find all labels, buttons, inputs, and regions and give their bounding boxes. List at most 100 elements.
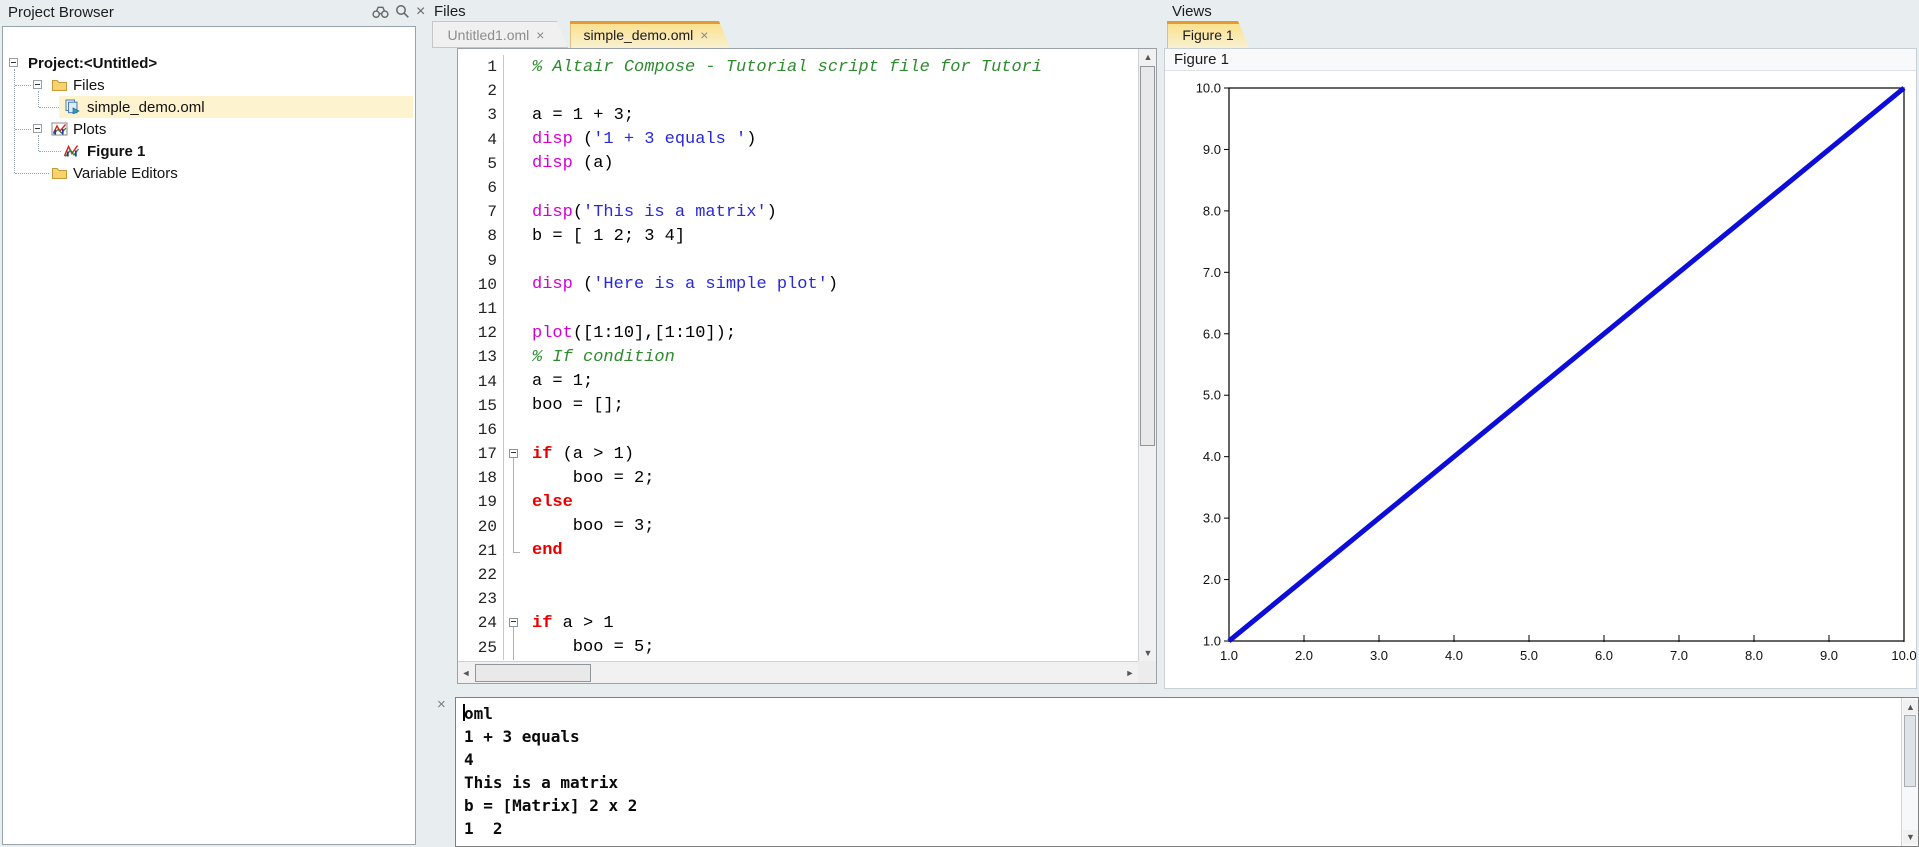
figure-caption-bar bbox=[1165, 49, 1916, 71]
code-line-5[interactable]: 5disp (a) bbox=[458, 152, 1138, 176]
tree-collapse-icon[interactable] bbox=[33, 124, 42, 133]
tab-untitled1[interactable]: Untitled1.oml × bbox=[432, 21, 568, 48]
fold-gutter bbox=[504, 539, 528, 563]
code-text: disp (a) bbox=[532, 154, 614, 173]
code-line-16[interactable]: 16 bbox=[458, 418, 1138, 442]
code-line-7[interactable]: 7disp('This is a matrix') bbox=[458, 200, 1138, 224]
scrollbar-thumb[interactable] bbox=[475, 664, 591, 682]
tab-close-icon[interactable]: × bbox=[536, 27, 544, 43]
oml-console[interactable]: oml1 + 3 equals4This is a matrixb = [Mat… bbox=[455, 697, 1919, 847]
code-line-14[interactable]: 14 a = 1; bbox=[458, 369, 1138, 393]
code-line-19[interactable]: 19else bbox=[458, 490, 1138, 514]
x-tick-label: 9.0 bbox=[1820, 648, 1838, 663]
tree-item-simple-demo-oml[interactable]: simple_demo.oml bbox=[3, 96, 414, 118]
tree-item-plots[interactable]: Plots bbox=[3, 118, 414, 140]
line-number: 17 bbox=[458, 442, 504, 466]
code-line-20[interactable]: 20 boo = 3; bbox=[458, 515, 1138, 539]
code-line-18[interactable]: 18 boo = 2; bbox=[458, 466, 1138, 490]
code-text: boo = 5; bbox=[532, 638, 654, 657]
tree-collapse-icon[interactable] bbox=[9, 58, 18, 67]
figure-caption: Figure 1 bbox=[1174, 51, 1229, 68]
figure-window[interactable]: Figure 1 1.02.03.04.05.06.07.08.09.010.0… bbox=[1164, 48, 1917, 689]
code-line-6[interactable]: 6 bbox=[458, 176, 1138, 200]
application-window: Project Browser × Project:<Untitled> File… bbox=[0, 0, 1919, 847]
fold-gutter bbox=[504, 224, 528, 248]
tree-item-figure-1[interactable]: Figure 1 bbox=[3, 140, 414, 162]
console-line: This is a matrix bbox=[464, 771, 1898, 794]
line-number: 24 bbox=[458, 611, 504, 635]
scroll-right-icon[interactable]: ► bbox=[1122, 663, 1138, 683]
plot-data-line[interactable] bbox=[1229, 88, 1904, 641]
code-line-1[interactable]: 1% Altair Compose - Tutorial script file… bbox=[458, 55, 1138, 79]
project-tree[interactable]: Project:<Untitled> Filessimple_demo.omlPl… bbox=[2, 26, 416, 845]
y-tick-label: 9.0 bbox=[1203, 142, 1221, 157]
code-line-11[interactable]: 11 bbox=[458, 297, 1138, 321]
line-number: 21 bbox=[458, 539, 504, 563]
code-line-22[interactable]: 22 bbox=[458, 563, 1138, 587]
code-line-23[interactable]: 23 bbox=[458, 587, 1138, 611]
code-line-25[interactable]: 25 boo = 5; bbox=[458, 636, 1138, 660]
line-number: 3 bbox=[458, 103, 504, 127]
console-line: b = [Matrix] 2 x 2 bbox=[464, 794, 1898, 817]
scroll-left-icon[interactable]: ◄ bbox=[458, 663, 474, 683]
code-text: a = 1; bbox=[532, 372, 593, 391]
project-browser-title: Project Browser bbox=[8, 4, 114, 21]
line-number: 19 bbox=[458, 490, 504, 514]
line-number: 14 bbox=[458, 369, 504, 393]
scrollbar-thumb[interactable] bbox=[1140, 66, 1155, 446]
code-line-17[interactable]: 17 if (a > 1) bbox=[458, 442, 1138, 466]
x-tick-label: 2.0 bbox=[1295, 648, 1313, 663]
code-line-21[interactable]: 21end bbox=[458, 539, 1138, 563]
code-line-15[interactable]: 15boo = []; bbox=[458, 394, 1138, 418]
code-line-8[interactable]: 8b = [ 1 2; 3 4] bbox=[458, 224, 1138, 248]
scroll-up-icon[interactable]: ▲ bbox=[1903, 700, 1918, 714]
tree-item-variable-editors[interactable]: Variable Editors bbox=[3, 162, 414, 184]
fold-gutter bbox=[504, 176, 528, 200]
files-panel-title: Files bbox=[434, 3, 466, 20]
fold-gutter bbox=[504, 103, 528, 127]
editor-vertical-scrollbar[interactable]: ▲ ▼ bbox=[1138, 49, 1156, 661]
editor-horizontal-scrollbar[interactable]: ◄ ► bbox=[458, 661, 1138, 683]
code-line-2[interactable]: 2 bbox=[458, 79, 1138, 103]
scroll-down-icon[interactable]: ▼ bbox=[1140, 645, 1156, 661]
fold-gutter bbox=[504, 490, 528, 514]
code-line-3[interactable]: 3 a = 1 + 3; bbox=[458, 103, 1138, 127]
console-output[interactable]: oml1 + 3 equals4This is a matrixb = [Mat… bbox=[464, 702, 1898, 846]
search-icon[interactable] bbox=[395, 4, 410, 19]
fold-collapse-icon[interactable] bbox=[504, 611, 528, 635]
line-number: 4 bbox=[458, 128, 504, 152]
tab-figure-1[interactable]: Figure 1 bbox=[1167, 21, 1249, 48]
code-line-4[interactable]: 4disp ('1 + 3 equals ') bbox=[458, 128, 1138, 152]
fold-gutter bbox=[504, 515, 528, 539]
binoculars-icon[interactable] bbox=[372, 5, 389, 19]
scrollbar-thumb[interactable] bbox=[1904, 715, 1916, 787]
tree-item-label: Project:<Untitled> bbox=[28, 55, 157, 72]
fold-collapse-icon[interactable] bbox=[504, 442, 528, 466]
code-editor[interactable]: 1% Altair Compose - Tutorial script file… bbox=[457, 48, 1157, 684]
tab-close-icon[interactable]: × bbox=[700, 27, 708, 43]
figure-icon bbox=[63, 143, 80, 163]
scroll-down-icon[interactable]: ▼ bbox=[1903, 830, 1918, 844]
line-number: 2 bbox=[458, 79, 504, 103]
code-text: a = 1 + 3; bbox=[532, 106, 634, 125]
tree-item-project-untitled[interactable]: Project:<Untitled> bbox=[3, 52, 414, 74]
code-line-13[interactable]: 13% If condition bbox=[458, 345, 1138, 369]
code-line-10[interactable]: 10disp ('Here is a simple plot') bbox=[458, 273, 1138, 297]
scroll-up-icon[interactable]: ▲ bbox=[1140, 49, 1156, 65]
code-line-12[interactable]: 12plot([1:10],[1:10]); bbox=[458, 321, 1138, 345]
tree-collapse-icon[interactable] bbox=[33, 80, 42, 89]
folder-icon bbox=[51, 165, 68, 185]
console-line: 1 2 bbox=[464, 817, 1898, 840]
console-close-icon[interactable]: × bbox=[437, 698, 446, 712]
close-icon[interactable]: × bbox=[416, 5, 425, 19]
figure-plot-canvas[interactable]: 1.02.03.04.05.06.07.08.09.010.010.09.08.… bbox=[1165, 70, 1916, 688]
code-text: if (a > 1) bbox=[532, 445, 634, 464]
console-scrollbar[interactable]: ▲ ▼ bbox=[1901, 698, 1918, 846]
tree-item-files[interactable]: Files bbox=[3, 74, 414, 96]
code-line-24[interactable]: 24if a > 1 bbox=[458, 611, 1138, 635]
code-line-9[interactable]: 9 bbox=[458, 249, 1138, 273]
x-tick-label: 10.0 bbox=[1891, 648, 1916, 663]
code-area[interactable]: 1% Altair Compose - Tutorial script file… bbox=[458, 49, 1138, 661]
tab-simple-demo[interactable]: simple_demo.oml × bbox=[570, 21, 730, 48]
console-line: 4 bbox=[464, 748, 1898, 771]
